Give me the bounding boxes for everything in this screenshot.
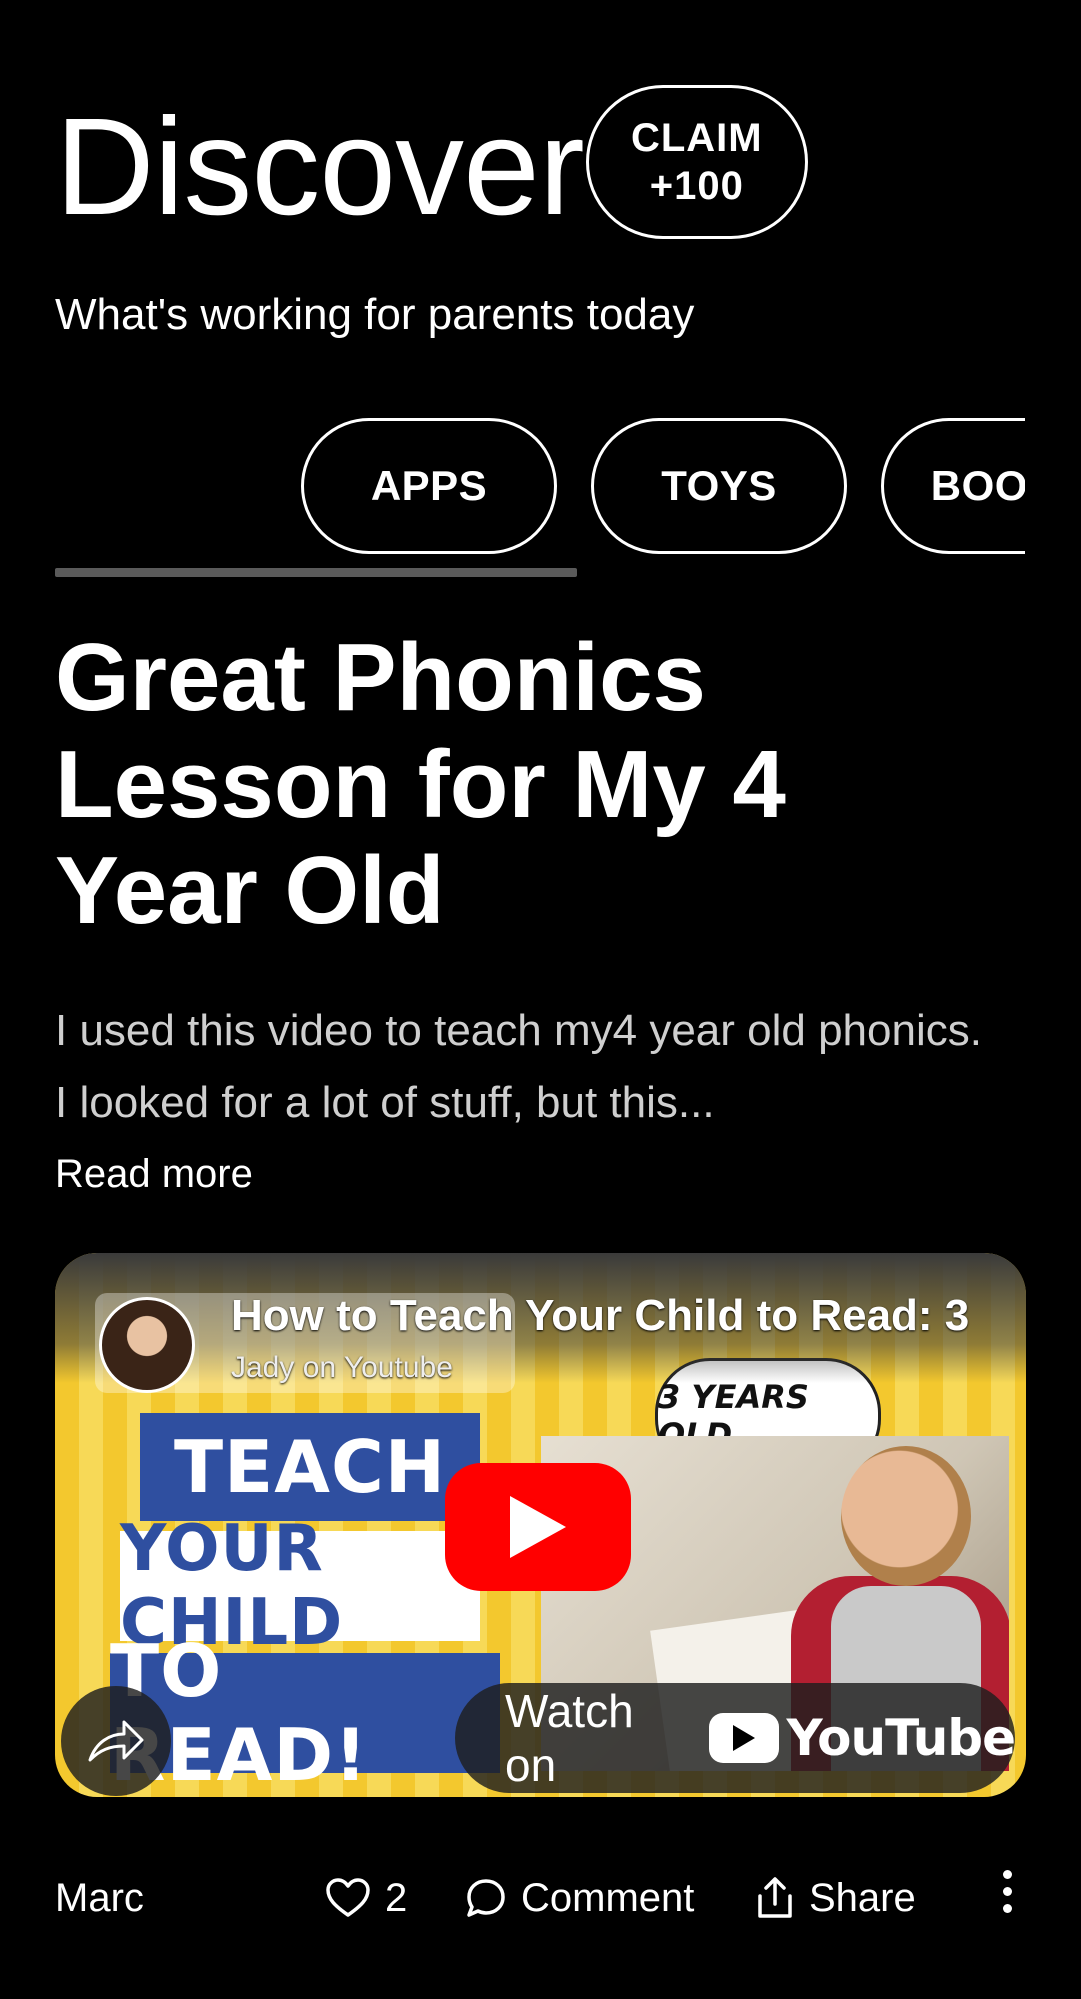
post-footer: Marc 2 Comment Share: [55, 1868, 1026, 1928]
discover-page: Discover CLAIM +100 What's working for p…: [0, 0, 1081, 1999]
watch-on-youtube-button[interactable]: Watch on YouTube: [455, 1683, 1016, 1793]
watch-on-label: Watch on: [505, 1685, 634, 1791]
youtube-play-icon: [708, 1713, 779, 1763]
thumbnail-text-blocks: TEACH YOUR CHILD TO READ!: [110, 1413, 500, 1797]
header: Discover CLAIM +100: [55, 85, 808, 239]
thumb-text-teach: TEACH: [140, 1413, 480, 1521]
comment-label: Comment: [521, 1875, 695, 1920]
channel-avatar[interactable]: [99, 1297, 195, 1393]
tab-toys[interactable]: TOYS: [591, 418, 847, 554]
youtube-wordmark: YouTube: [786, 1709, 1016, 1767]
comment-icon: [467, 1879, 505, 1917]
like-button[interactable]: 2: [325, 1868, 407, 1928]
post-author[interactable]: Marc: [55, 1868, 144, 1928]
play-icon: [510, 1496, 566, 1558]
share-button[interactable]: Share: [755, 1868, 916, 1928]
video-title[interactable]: How to Teach Your Child to Read: 3: [231, 1291, 969, 1341]
tab-apps[interactable]: APPS: [301, 418, 557, 554]
tab-books[interactable]: BOOKS: [881, 418, 1025, 554]
like-count: 2: [385, 1875, 408, 1920]
comment-button[interactable]: Comment: [465, 1868, 694, 1928]
page-subtitle: What's working for parents today: [55, 290, 695, 339]
share-arrow-icon: [88, 1720, 144, 1762]
thumb-text-your-child: YOUR CHILD: [120, 1512, 480, 1660]
claim-points: +100: [649, 164, 744, 208]
share-label: Share: [809, 1875, 916, 1920]
more-options-icon[interactable]: [1003, 1870, 1012, 1913]
youtube-logo: YouTube: [708, 1709, 1016, 1767]
page-title: Discover: [55, 90, 585, 244]
heart-icon: [326, 1878, 370, 1917]
share-icon: [758, 1877, 792, 1918]
category-tabs: APPS TOYS BOOKS: [55, 418, 1025, 558]
post-body: I used this video to teach my4 year old …: [55, 1006, 982, 1127]
video-channel[interactable]: Jady on Youtube: [231, 1351, 453, 1385]
claim-button[interactable]: CLAIM +100: [585, 85, 808, 239]
play-button[interactable]: [445, 1463, 631, 1591]
video-share-button[interactable]: [61, 1686, 171, 1796]
claim-label: CLAIM: [630, 116, 763, 160]
post-title: Great Phonics Lesson for My 4 Year Old: [55, 624, 786, 945]
read-more-link[interactable]: Read more: [55, 1152, 253, 1197]
video-embed[interactable]: TEACH YOUR CHILD TO READ! 3 YEARS OLD Ho…: [55, 1253, 1026, 1797]
tab-scroll-indicator: [55, 568, 577, 577]
